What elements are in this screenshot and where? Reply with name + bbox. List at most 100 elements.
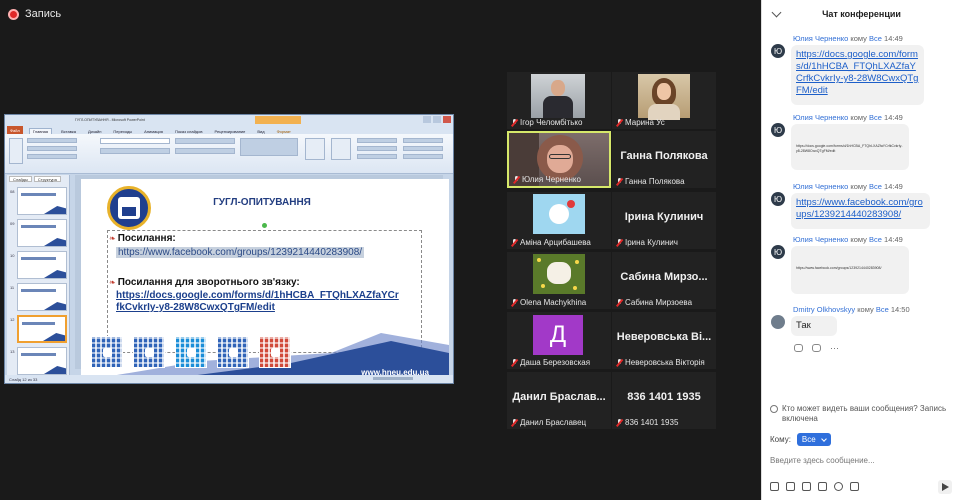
- message-sender[interactable]: Юлия Черненко: [793, 235, 848, 244]
- qr-code: [217, 336, 249, 368]
- mic-muted-icon: [616, 418, 623, 427]
- message-time: 14:49: [884, 34, 903, 43]
- recipient-select[interactable]: Все: [796, 433, 831, 446]
- screenshot-icon[interactable]: [786, 482, 795, 491]
- participant-name: Данил Браславец: [520, 418, 587, 427]
- participant-name: Olena Machykhina: [520, 298, 587, 307]
- participant-tile[interactable]: Д Даша Березовская: [507, 312, 611, 369]
- participant-tile[interactable]: Аміна Арцибашева: [507, 192, 611, 249]
- participant-name: Аміна Арцибашева: [520, 238, 591, 247]
- message-recipient[interactable]: Все: [869, 235, 882, 244]
- send-icon: [941, 483, 949, 491]
- message-sender[interactable]: Юлия Черненко: [793, 34, 848, 43]
- privacy-notice[interactable]: Кто может видеть ваши сообщения? Запись …: [770, 404, 956, 424]
- participant-photo: [638, 74, 690, 120]
- reply-icon[interactable]: [794, 344, 803, 352]
- chat-header: Чат конференции: [762, 0, 960, 28]
- participant-name: Ганна Полякова: [625, 177, 685, 186]
- participant-big-name: Неверовська Ві...: [616, 331, 712, 343]
- recipient-value: Все: [801, 435, 816, 444]
- slide: ГУГЛ-ОПИТУВАННЯ ❧ Посилання: https://www…: [81, 179, 449, 381]
- meeting-window: Запись ГУГЛ-ОПИТУВАННЯ - Microsoft Power…: [0, 0, 960, 500]
- message-recipient[interactable]: Все: [876, 305, 889, 314]
- participant-tile[interactable]: Марина Ус: [612, 72, 716, 129]
- shared-screen: ГУГЛ-ОПИТУВАННЯ - Microsoft PowerPoint Ф…: [4, 114, 454, 384]
- slide-thumbnail: [17, 347, 67, 375]
- message-link[interactable]: https://www.facebook.com/groups/12392144…: [796, 197, 923, 220]
- file-attach-icon[interactable]: [802, 482, 811, 491]
- participant-avatar: [533, 194, 585, 234]
- slide-thumbnail: [17, 219, 67, 247]
- slide-heading-feedback: ❧ Посилання для зворотнього зв'язку:: [109, 277, 300, 288]
- mic-muted-icon: [616, 298, 623, 307]
- participant-tile-active-speaker[interactable]: Юлия Черненко: [507, 131, 611, 188]
- record-icon: [8, 8, 19, 20]
- bullet-icon: ❧: [109, 234, 116, 243]
- participant-big-name: Ірина Кулинич: [624, 211, 704, 223]
- participant-name: Сабина Мирзоева: [625, 298, 693, 307]
- message-link[interactable]: https://docs.google.com/forms/d/1hHCBA_F…: [796, 49, 918, 96]
- send-button[interactable]: [938, 480, 952, 494]
- ppt-window-controls: [423, 116, 451, 123]
- participant-name: Юлия Черненко: [522, 175, 581, 184]
- google-form-link-line1: https://docs.google.com/forms/d/1hHCBA_F…: [116, 290, 399, 301]
- message-time: 14:49: [884, 182, 903, 191]
- format-text-icon[interactable]: [770, 482, 779, 491]
- ppt-window-title: ГУГЛ-ОПИТУВАННЯ - Microsoft PowerPoint: [75, 117, 145, 122]
- message-sender[interactable]: Юлия Черненко: [793, 113, 848, 122]
- mic-muted-icon: [511, 238, 518, 247]
- chat-message-input[interactable]: [770, 453, 950, 467]
- mic-muted-icon: [616, 118, 623, 127]
- ppt-titlebar: ГУГЛ-ОПИТУВАННЯ - Microsoft PowerPoint: [5, 115, 453, 125]
- participant-tile[interactable]: Сабина Мирзо... Сабина Мирзоева: [612, 252, 716, 309]
- message-sender[interactable]: Dmitry Olkhovskyy: [793, 305, 855, 314]
- message-text: Так: [796, 320, 811, 331]
- to-label: Кому:: [770, 435, 791, 444]
- participant-tile[interactable]: Неверовська Ві... Неверовська Вікторія: [612, 312, 716, 369]
- rotate-handle-icon: [262, 223, 267, 228]
- participant-tile[interactable]: Ганна Полякова Ганна Полякова: [612, 131, 716, 188]
- participant-letter-avatar: Д: [533, 315, 583, 355]
- ppt-slide-panel: Слайды Структура 08 09 10 11 12 13: [7, 175, 70, 375]
- code-snippet-icon[interactable]: [818, 482, 827, 491]
- message-text: https://www.facebook.com/groups/12392144…: [796, 266, 882, 270]
- participant-tile[interactable]: Olena Machykhina: [507, 252, 611, 309]
- more-icon[interactable]: [850, 482, 859, 491]
- message-bubble: Так: [791, 316, 837, 336]
- add-reaction-icon[interactable]: [812, 344, 821, 352]
- participant-tile[interactable]: Ірина Кулинич Ірина Кулинич: [612, 192, 716, 249]
- recording-indicator[interactable]: Запись: [8, 8, 61, 20]
- heading-text: Посилання:: [117, 233, 176, 244]
- ppt-ribbon: [5, 134, 453, 174]
- message-sender[interactable]: Юлия Черненко: [793, 182, 848, 191]
- message-recipient[interactable]: Все: [869, 182, 882, 191]
- sender-avatar: [771, 315, 785, 329]
- message-bubble: https://www.facebook.com/groups/12392144…: [791, 193, 930, 229]
- participant-tile[interactable]: 836 1401 1935 836 1401 1935: [612, 372, 716, 429]
- mic-muted-icon: [513, 175, 520, 184]
- message-recipient[interactable]: Все: [869, 113, 882, 122]
- participant-big-name: Ганна Полякова: [620, 150, 708, 162]
- mic-muted-icon: [616, 177, 623, 186]
- message-time: 14:50: [890, 305, 910, 314]
- more-options-icon[interactable]: ···: [830, 344, 839, 353]
- participant-tile[interactable]: Данил Браслав... Данил Браславец: [507, 372, 611, 429]
- facebook-link: https://www.facebook.com/groups/12392144…: [116, 247, 365, 258]
- google-form-link-line2: fkCvkrIy-y8-28W8CwxQTgFM/edit: [116, 302, 275, 313]
- qr-code: [175, 336, 207, 368]
- slide-heading-links: ❧ Посилання:: [109, 233, 176, 244]
- message-recipient[interactable]: Все: [869, 34, 882, 43]
- collapse-chevron-icon[interactable]: [771, 7, 782, 18]
- mic-muted-icon: [616, 238, 623, 247]
- participant-big-name: Данил Браслав...: [512, 391, 606, 403]
- participant-tile[interactable]: Ігор Челомбітько: [507, 72, 611, 129]
- participant-big-name: 836 1401 1935: [627, 391, 701, 403]
- ppt-side-tab-outline: Структура: [33, 176, 61, 182]
- chat-toolbar: [770, 482, 859, 491]
- qr-code: [259, 336, 291, 368]
- emoji-icon[interactable]: [834, 482, 843, 491]
- sender-avatar: Ю: [771, 44, 785, 58]
- message-time: 14:49: [884, 113, 903, 122]
- ppt-ribbon-tabs: Файл Главная Вставка Дизайн Переходы Ани…: [5, 125, 453, 134]
- heading-text: Посилання для зворотнього зв'язку:: [117, 277, 300, 288]
